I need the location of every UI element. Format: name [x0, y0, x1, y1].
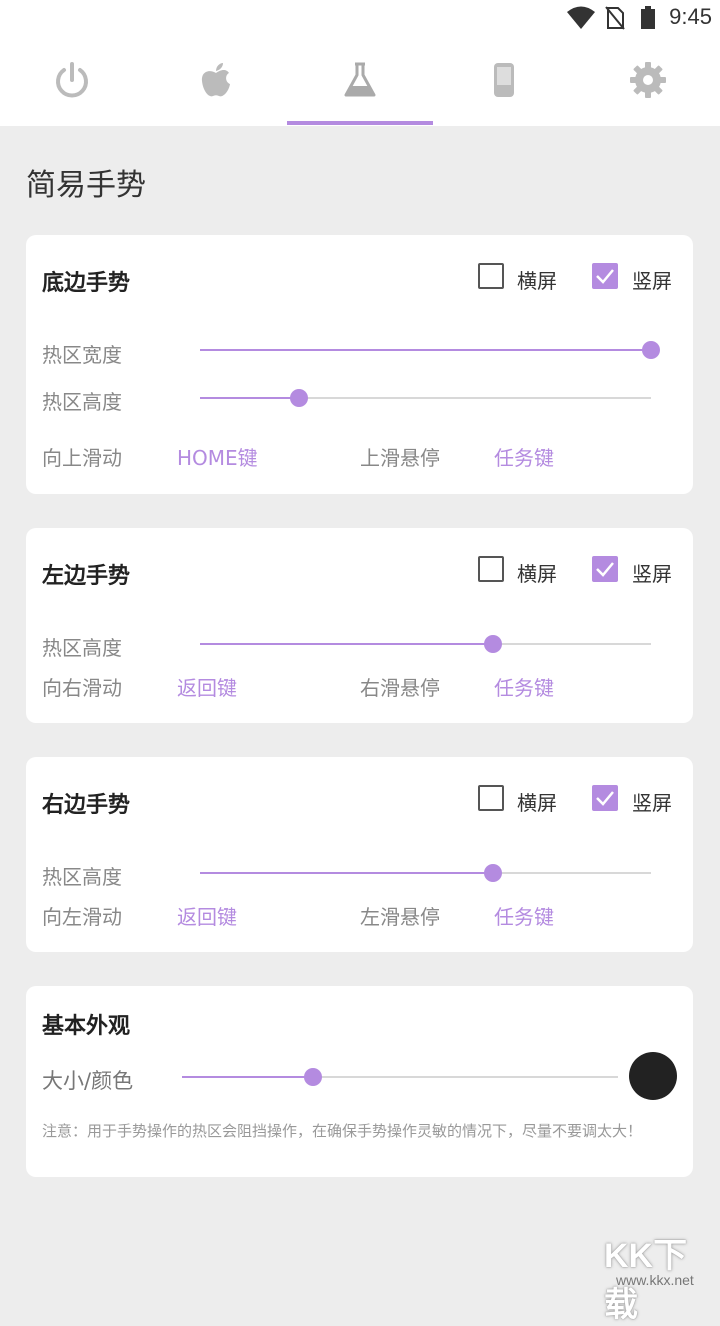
check-icon	[596, 269, 614, 284]
swipe-up-label: 向上滑动	[42, 446, 122, 470]
swipe-right-label: 向右滑动	[42, 676, 122, 700]
slider-thumb[interactable]	[484, 864, 503, 882]
size-color-label: 大小/颜色	[42, 1069, 134, 1093]
check-icon	[596, 562, 614, 577]
check-icon	[596, 791, 614, 806]
size-slider[interactable]	[182, 1068, 618, 1086]
hotzone-height-label: 热区高度	[42, 865, 122, 889]
portrait-label: 竖屏	[632, 562, 672, 586]
phone-icon	[484, 60, 524, 104]
hotzone-width-slider[interactable]	[200, 341, 660, 359]
page-title: 简易手势	[26, 168, 146, 203]
appearance-card: 基本外观 大小/颜色 注意：用于手势操作的热区会阻挡操作，在确保手势操作灵敏的情…	[26, 986, 693, 1177]
flask-icon	[340, 60, 380, 104]
status-bar: 9:45	[0, 0, 720, 38]
hotzone-height-slider[interactable]	[200, 389, 651, 407]
hotzone-width-label: 热区宽度	[42, 343, 122, 367]
hotzone-height-slider[interactable]	[200, 635, 651, 653]
swipe-left-hover-label: 左滑悬停	[360, 905, 440, 929]
card-title: 基本外观	[42, 1014, 131, 1039]
swipe-right-action[interactable]: 返回键	[177, 672, 237, 701]
slider-fill	[200, 872, 494, 874]
swipe-left-label: 向左滑动	[42, 905, 122, 929]
landscape-checkbox[interactable]	[478, 556, 504, 582]
slider-thumb[interactable]	[290, 389, 309, 407]
landscape-label: 横屏	[517, 269, 557, 293]
color-picker-button[interactable]	[629, 1052, 677, 1100]
tab-power[interactable]	[0, 38, 144, 126]
battery-icon	[640, 5, 656, 35]
right-gesture-card: 右边手势 横屏 竖屏 热区高度 向左滑动 返回键 左滑悬停 任务键	[26, 757, 693, 952]
no-sim-icon	[604, 5, 626, 35]
watermark-logo: KK下载 www.kkx.net	[596, 1222, 720, 1324]
hotzone-height-slider[interactable]	[200, 864, 651, 882]
card-title: 底边手势	[42, 271, 131, 296]
landscape-checkbox[interactable]	[478, 263, 504, 289]
swipe-right-hover-label: 右滑悬停	[360, 676, 440, 700]
left-gesture-card: 左边手势 横屏 竖屏 热区高度 向右滑动 返回键 右滑悬停 任务键	[26, 528, 693, 723]
slider-thumb[interactable]	[484, 635, 503, 653]
landscape-checkbox[interactable]	[478, 785, 504, 811]
portrait-checkbox[interactable]	[592, 785, 618, 811]
slider-fill	[200, 643, 494, 645]
portrait-label: 竖屏	[632, 791, 672, 815]
tab-apple[interactable]	[144, 38, 288, 126]
hotzone-height-label: 热区高度	[42, 636, 122, 660]
landscape-label: 横屏	[517, 791, 557, 815]
card-title: 右边手势	[42, 793, 131, 818]
card-title: 左边手势	[42, 564, 131, 589]
tab-bar	[0, 38, 720, 126]
portrait-checkbox[interactable]	[592, 556, 618, 582]
swipe-left-hover-action[interactable]: 任务键	[494, 901, 554, 930]
status-time: 9:45	[669, 4, 712, 29]
portrait-checkbox[interactable]	[592, 263, 618, 289]
slider-thumb[interactable]	[642, 341, 660, 359]
gear-icon	[628, 60, 668, 104]
watermark-url: www.kkx.net	[616, 1272, 694, 1288]
apple-icon	[196, 60, 236, 104]
portrait-label: 竖屏	[632, 269, 672, 293]
slider-thumb[interactable]	[303, 1068, 322, 1086]
wifi-icon	[566, 5, 596, 35]
swipe-right-hover-action[interactable]: 任务键	[494, 672, 554, 701]
slider-fill	[200, 397, 300, 399]
swipe-up-hover-label: 上滑悬停	[360, 446, 440, 470]
landscape-label: 横屏	[517, 562, 557, 586]
tab-lab[interactable]	[288, 38, 432, 126]
warning-note: 注意：用于手势操作的热区会阻挡操作，在确保手势操作灵敏的情况下，尽量不要调太大！	[42, 1122, 643, 1140]
slider-fill	[200, 349, 651, 351]
swipe-up-hover-action[interactable]: 任务键	[494, 442, 554, 471]
swipe-left-action[interactable]: 返回键	[177, 901, 237, 930]
tab-device[interactable]	[432, 38, 576, 126]
power-icon	[52, 60, 92, 104]
tab-selected-indicator	[287, 121, 433, 125]
slider-fill	[182, 1076, 313, 1078]
hotzone-height-label: 热区高度	[42, 390, 122, 414]
swipe-up-action[interactable]: HOME键	[177, 442, 258, 471]
bottom-gesture-card: 底边手势 横屏 竖屏 热区宽度 热区高度 向上滑动 HOME键 上滑悬停 任务键	[26, 235, 693, 494]
tab-settings[interactable]	[576, 38, 720, 126]
